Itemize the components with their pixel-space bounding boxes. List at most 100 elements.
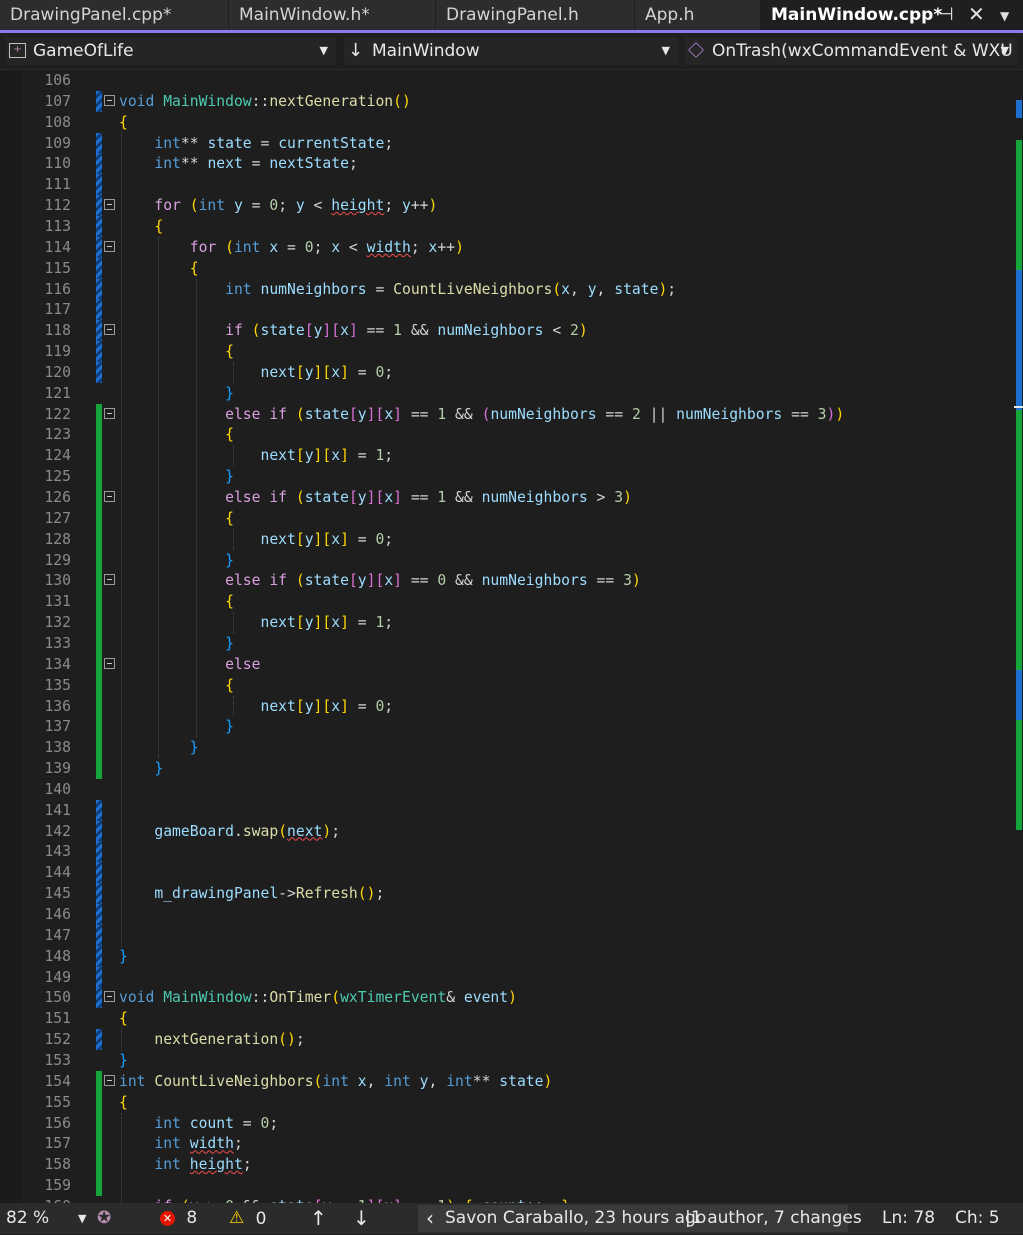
code-line[interactable]: 109 int** state = currentState; (0, 132, 1014, 154)
code-line[interactable]: 135 { (0, 674, 1014, 696)
git-blame-panel[interactable]: ‹ Savon Caraballo, 23 hours ago | 1 auth… (418, 1205, 862, 1232)
code-line[interactable]: 114 for (int x = 0; x < width; x++) (0, 236, 1014, 258)
code-line[interactable]: 159 (0, 1175, 1014, 1197)
pin-icon[interactable]: ⊣ (938, 4, 954, 25)
warning-count: 0 (255, 1208, 267, 1229)
tab-app-h[interactable]: App.h (635, 0, 760, 30)
code-line[interactable]: 116 int numNeighbors = CountLiveNeighbor… (0, 278, 1014, 300)
code-line[interactable]: 119 { (0, 341, 1014, 363)
code-line[interactable]: 112 for (int y = 0; y < height; y++) (0, 195, 1014, 217)
warnings-indicator[interactable]: ⚠ 0 (229, 1203, 266, 1235)
line-number: 133 (44, 634, 71, 652)
code-line[interactable]: 152 nextGeneration(); (0, 1029, 1014, 1051)
collapse-outline-icon[interactable] (104, 991, 115, 1003)
line-number: 111 (44, 176, 71, 194)
code-line[interactable]: 115 { (0, 257, 1014, 279)
errors-indicator[interactable]: ✕ 8 (160, 1203, 197, 1234)
code-line[interactable]: 139 } (0, 758, 1014, 780)
code-line[interactable]: 157 int width; (0, 1133, 1014, 1155)
code-line[interactable]: 117 (0, 299, 1014, 321)
copilot-icon[interactable]: ✪ (97, 1203, 111, 1234)
next-issue-arrow-icon[interactable]: ↓ (353, 1203, 370, 1234)
code-line[interactable]: 147 (0, 924, 1014, 946)
column-number[interactable]: Ch: 5 (955, 1203, 1000, 1234)
line-number: 123 (44, 426, 71, 444)
code-line[interactable]: 146 (0, 904, 1014, 925)
change-marker-modified (96, 945, 102, 967)
collapse-outline-icon[interactable] (104, 94, 115, 106)
scroll-caret-position (1014, 406, 1023, 408)
vertical-scrollbar[interactable] (1014, 70, 1023, 1203)
change-marker-modified (96, 341, 102, 363)
project-dropdown[interactable]: + GameOfLife ▼ (6, 37, 336, 65)
code-line[interactable]: 127 { (0, 507, 1014, 529)
close-icon[interactable]: ✕ (968, 2, 985, 26)
code-line[interactable]: 123 { (0, 424, 1014, 446)
tab-overflow-icon[interactable]: ▼ (1000, 9, 1009, 23)
tab-mainwindow-h[interactable]: MainWindow.h* (229, 0, 435, 30)
collapse-outline-icon[interactable] (104, 199, 115, 211)
code-line[interactable]: 136 next[y][x] = 0; (0, 695, 1014, 717)
line-number[interactable]: Ln: 78 (882, 1203, 935, 1234)
code-line[interactable]: 133 } (0, 632, 1014, 654)
code-line[interactable]: 138 } (0, 737, 1014, 759)
code-line[interactable]: 113 { (0, 215, 1014, 237)
change-marker-modified (96, 236, 102, 258)
code-line[interactable]: 150 void MainWindow::OnTimer(wxTimerEvent… (0, 987, 1014, 1009)
code-line[interactable]: 155 { (0, 1091, 1014, 1113)
code-line[interactable]: 137 } (0, 716, 1014, 738)
code-line[interactable]: 129 } (0, 549, 1014, 571)
line-number: 144 (44, 864, 71, 882)
code-line[interactable]: 121 } (0, 383, 1014, 404)
code-line[interactable]: 154 int CountLiveNeighbors(int x, int y, … (0, 1070, 1014, 1092)
code-line[interactable]: 130 else if (state[y][x] == 0 && numNeig… (0, 570, 1014, 592)
code-line[interactable]: 160 if (y > 0 && state[y - 1][x] == 1) {… (0, 1196, 1014, 1203)
code-line[interactable]: 118 if (state[y][x] == 1 && numNeighbors… (0, 320, 1014, 342)
code-line[interactable]: 106 (0, 70, 1014, 91)
member-dropdown[interactable]: OnTrash(wxCommandEvent & WXU ▼ (685, 37, 1017, 65)
collapse-outline-icon[interactable] (104, 657, 115, 669)
tab-drawingpanel-h[interactable]: DrawingPanel.h (436, 0, 634, 30)
scope-dropdown[interactable]: ↓ MainWindow ▼ (344, 37, 678, 65)
code-line[interactable]: 128 next[y][x] = 0; (0, 528, 1014, 550)
zoom-level[interactable]: 82 % (6, 1203, 49, 1234)
collapse-outline-icon[interactable] (104, 491, 115, 502)
code-line[interactable]: 120 next[y][x] = 0; (0, 361, 1014, 383)
code-line[interactable]: 125 } (0, 466, 1014, 488)
code-line[interactable]: 122 else if (state[y][x] == 1 && (numNei… (0, 403, 1014, 425)
chevron-down-icon[interactable]: ▼ (78, 1203, 86, 1234)
collapse-outline-icon[interactable] (104, 240, 115, 252)
code-line[interactable]: 151 { (0, 1008, 1014, 1029)
code-line[interactable]: 149 (0, 966, 1014, 988)
code-line[interactable]: 111 (0, 174, 1014, 196)
collapse-outline-icon[interactable] (104, 324, 115, 336)
code-line[interactable]: 108 { (0, 112, 1014, 133)
code-line[interactable]: 143 (0, 841, 1014, 863)
code-line[interactable]: 153} (0, 1050, 1014, 1071)
code-editor[interactable]: 106 107 void MainWindow::nextGeneration() 1… (0, 70, 1023, 1203)
code-line[interactable]: 156 int count = 0; (0, 1112, 1014, 1134)
code-line[interactable]: 107 void MainWindow::nextGeneration() (0, 90, 1014, 112)
code-line[interactable]: 142 gameBoard.swap(next); (0, 820, 1014, 842)
previous-issue-arrow-icon[interactable]: ↑ (310, 1203, 327, 1234)
collapse-outline-icon[interactable] (104, 1074, 115, 1086)
collapse-outline-icon[interactable] (104, 574, 115, 586)
code-line[interactable]: 145 m_drawingPanel->Refresh(); (0, 883, 1014, 905)
code-line[interactable]: 124 next[y][x] = 1; (0, 445, 1014, 467)
code-line[interactable]: 144 (0, 862, 1014, 884)
tab-drawingpanel-cpp[interactable]: DrawingPanel.cpp* (0, 0, 228, 30)
code-line[interactable]: 158 int height; (0, 1154, 1014, 1176)
error-icon: ✕ (160, 1210, 175, 1226)
code-line[interactable]: 134 else (0, 653, 1014, 675)
code-line[interactable]: 132 next[y][x] = 1; (0, 612, 1014, 634)
code-line[interactable]: 141 (0, 799, 1014, 821)
code-line[interactable]: 131 { (0, 591, 1014, 613)
code-line[interactable]: 140 (0, 779, 1014, 800)
code-line[interactable]: 126 else if (state[y][x] == 1 && numNeig… (0, 487, 1014, 508)
code-line[interactable]: 110 int** next = nextState; (0, 153, 1014, 175)
collapse-outline-icon[interactable] (104, 407, 115, 419)
code-text: else if (state[y][x] == 1 && numNeighbor… (225, 489, 632, 506)
code-text: { (154, 217, 164, 235)
change-marker-added (96, 1091, 102, 1113)
code-line[interactable]: 148} (0, 945, 1014, 967)
